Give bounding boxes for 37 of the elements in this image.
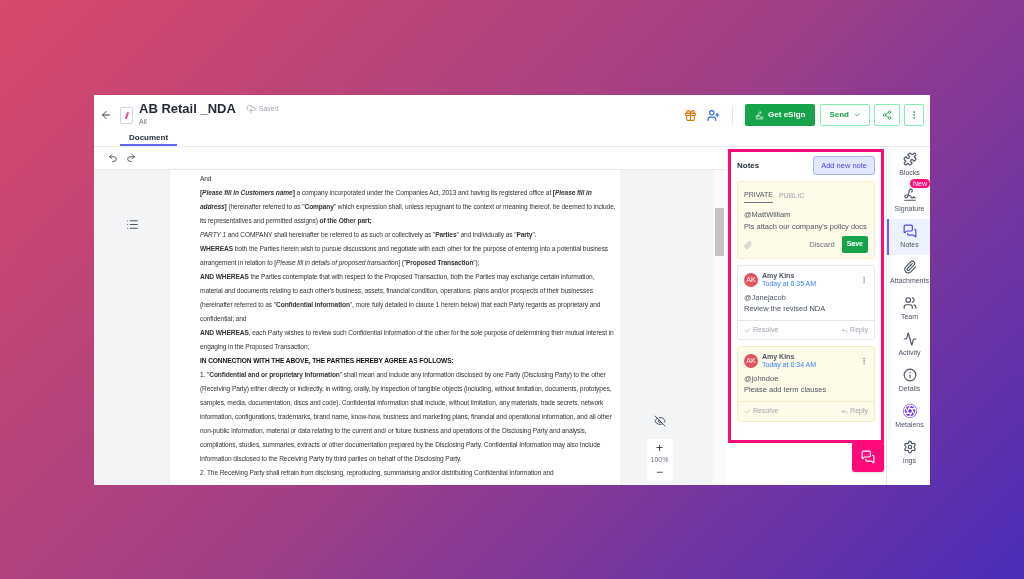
info-icon <box>902 367 917 382</box>
zoom-out-button[interactable]: − <box>656 465 663 479</box>
check-icon <box>744 408 751 415</box>
chat-button[interactable] <box>852 442 884 472</box>
signature-icon <box>902 187 917 202</box>
gift-icon[interactable] <box>684 108 698 122</box>
undo-icon[interactable] <box>108 153 118 163</box>
signature-icon <box>755 110 765 120</box>
chat-bubbles-icon <box>861 450 875 464</box>
document-icon <box>120 106 133 124</box>
add-user-icon[interactable] <box>707 108 721 122</box>
more-icon[interactable] <box>860 357 868 366</box>
reply-icon <box>841 408 849 415</box>
scrollbar[interactable] <box>713 170 726 485</box>
settings-icon <box>902 439 917 454</box>
document-title: AB Retail _NDA <box>139 102 236 116</box>
share-button[interactable] <box>874 104 900 127</box>
document-tab[interactable]: Document <box>120 131 178 146</box>
eye-off-icon[interactable] <box>653 414 666 427</box>
outline-icon[interactable] <box>125 218 139 231</box>
zoom-in-button[interactable]: + <box>656 440 663 455</box>
team-icon <box>902 295 917 310</box>
chat-bubbles-icon <box>902 223 917 238</box>
paperclip-icon <box>902 259 917 274</box>
share-icon <box>882 110 892 121</box>
redo-icon[interactable] <box>126 153 136 163</box>
notes-title: Notes <box>737 159 760 172</box>
back-icon[interactable] <box>100 109 112 122</box>
puzzle-icon <box>902 151 917 166</box>
more-button[interactable] <box>904 104 924 127</box>
paperclip-icon[interactable] <box>744 240 752 249</box>
check-icon <box>744 326 751 334</box>
lens-icon <box>902 403 917 418</box>
more-icon[interactable] <box>860 275 868 284</box>
reply-icon <box>841 326 849 334</box>
cloud-icon <box>245 103 256 114</box>
activity-icon <box>902 331 917 346</box>
